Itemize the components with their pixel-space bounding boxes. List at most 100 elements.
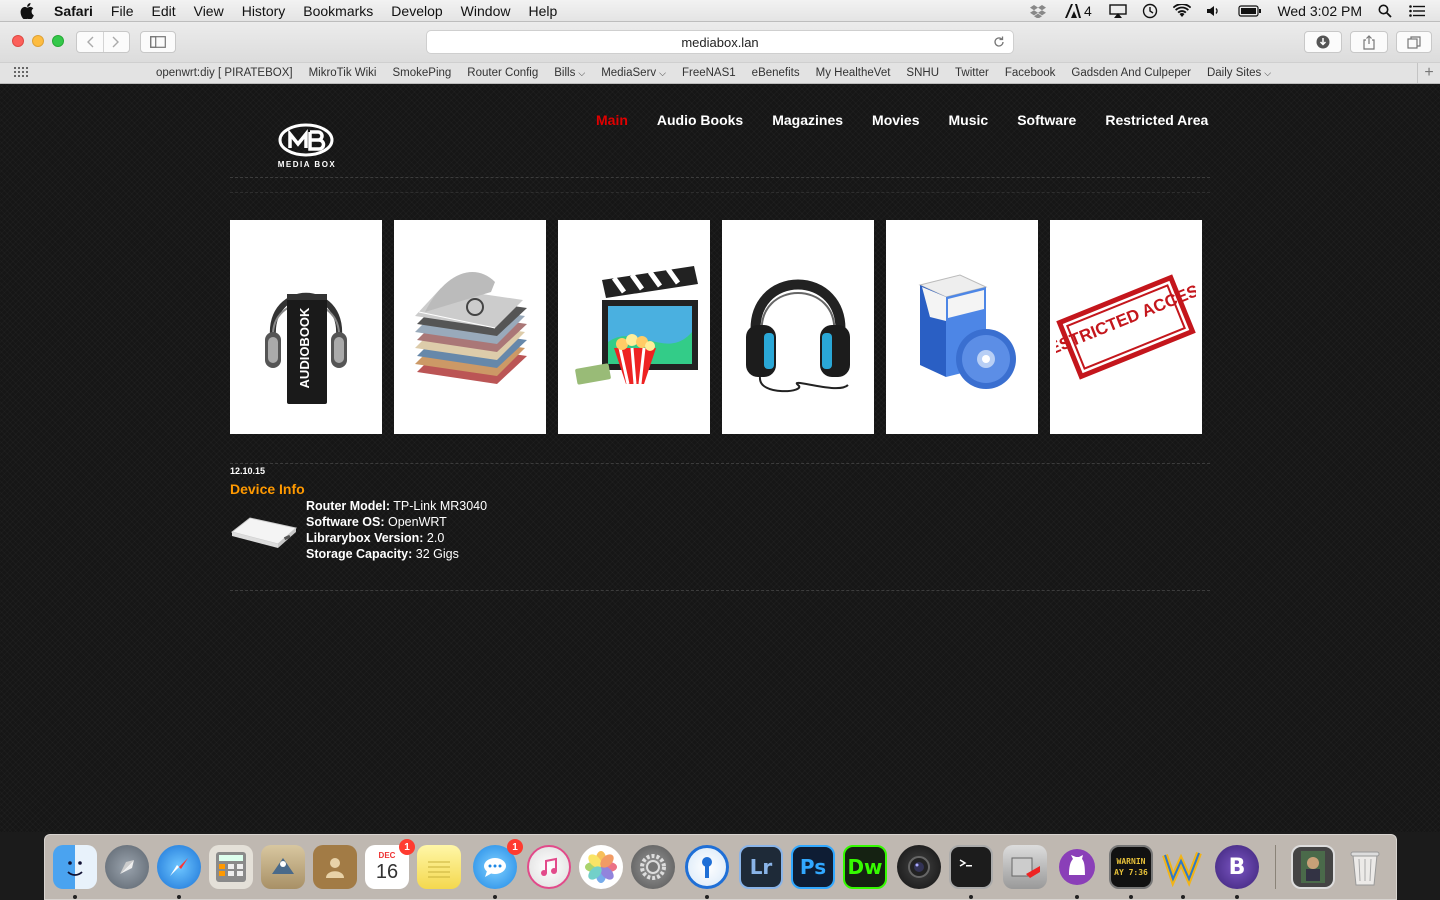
trash-icon[interactable] <box>1343 845 1387 889</box>
1password-icon[interactable] <box>685 845 729 899</box>
mediabox-logo-icon <box>278 123 334 157</box>
utility-icon[interactable] <box>1003 845 1047 889</box>
post-title[interactable]: Device Info <box>230 481 305 497</box>
downloads-stack-icon[interactable] <box>1291 845 1335 889</box>
calculator-icon[interactable] <box>209 845 253 889</box>
apple-menu-icon[interactable] <box>18 2 36 20</box>
favorite-folder-bills[interactable]: Bills ⌵ <box>554 67 585 79</box>
tile-audiobooks[interactable]: AUDIOBOOK <box>230 220 382 434</box>
favorite-ebenefits[interactable]: eBenefits <box>752 67 800 79</box>
sidebar-icon <box>150 36 166 48</box>
favorite-freenas1[interactable]: FreeNAS1 <box>682 67 736 79</box>
favorite-folder-daily-sites[interactable]: Daily Sites ⌵ <box>1207 67 1271 79</box>
time-machine-icon[interactable] <box>1141 3 1159 19</box>
downloads-button[interactable] <box>1304 31 1342 53</box>
adobe-status-icon[interactable]: 4 <box>1061 3 1095 19</box>
close-window-button[interactable] <box>12 35 24 47</box>
chevron-down-icon: ⌵ <box>578 68 586 78</box>
favorite-my-healthevet[interactable]: My HealtheVet <box>816 67 891 79</box>
nav-main[interactable]: Main <box>596 112 628 128</box>
calendar-icon[interactable]: DEC 16 1 <box>365 839 415 889</box>
photos-icon[interactable] <box>579 845 623 889</box>
minimize-window-button[interactable] <box>32 35 44 47</box>
favorite-gadsden-culpeper[interactable]: Gadsden And Culpeper <box>1071 67 1191 79</box>
back-button[interactable] <box>77 32 103 52</box>
airplay-icon[interactable] <box>1109 3 1128 19</box>
contacts-icon[interactable] <box>313 845 357 889</box>
nav-restricted-area[interactable]: Restricted Area <box>1105 112 1208 128</box>
menu-file[interactable]: File <box>102 0 143 22</box>
dreamweaver-icon[interactable]: Dw <box>843 845 887 889</box>
launchpad-icon[interactable] <box>105 845 149 889</box>
favorite-label: Twitter <box>955 67 989 79</box>
site-logo[interactable]: MEDIA BOX <box>262 120 352 170</box>
favorite-snhu[interactable]: SNHU <box>906 67 939 79</box>
favorite-mikrotik-wiki[interactable]: MikroTik Wiki <box>309 67 377 79</box>
wunderground-icon[interactable] <box>1161 845 1205 899</box>
menu-edit[interactable]: Edit <box>142 0 184 22</box>
mail-icon[interactable] <box>261 845 305 889</box>
menu-window[interactable]: Window <box>452 0 520 22</box>
menubar-clock[interactable]: Wed 3:02 PM <box>1277 3 1362 19</box>
nav-magazines[interactable]: Magazines <box>772 112 843 128</box>
status-count: 4 <box>1084 2 1092 19</box>
favorite-twitter[interactable]: Twitter <box>955 67 989 79</box>
photo-booth-icon[interactable] <box>897 845 941 889</box>
safari-dock-icon[interactable] <box>157 845 201 899</box>
photoshop-icon[interactable]: Ps <box>791 845 835 889</box>
tile-magazines[interactable] <box>394 220 546 434</box>
sidebar-toggle-button[interactable] <box>140 31 176 53</box>
volume-icon[interactable] <box>1205 3 1223 19</box>
device-info-row: Router Model: TP-Link MR3040 <box>306 498 487 514</box>
nav-audio-books[interactable]: Audio Books <box>657 112 743 128</box>
share-button[interactable] <box>1350 31 1388 53</box>
new-tab-plus-button[interactable]: + <box>1417 63 1440 83</box>
tile-software[interactable] <box>886 220 1038 434</box>
finder-icon[interactable] <box>53 845 97 899</box>
favorite-label: Bills <box>554 67 576 79</box>
system-preferences-icon[interactable] <box>631 845 675 889</box>
tile-restricted-area[interactable]: RESTRICTED ACCESS <box>1050 220 1202 434</box>
messages-icon[interactable]: 1 <box>473 839 523 899</box>
notes-icon[interactable] <box>417 845 461 889</box>
menu-view[interactable]: View <box>185 0 233 22</box>
fullscreen-window-button[interactable] <box>52 35 64 47</box>
post-date: 12.10.15 <box>230 466 266 476</box>
nav-software[interactable]: Software <box>1017 112 1076 128</box>
console-icon[interactable]: WARNIN AY 7:36 <box>1109 845 1153 899</box>
notification-center-icon[interactable] <box>1408 3 1426 19</box>
itunes-icon[interactable] <box>527 845 571 889</box>
menu-app-name[interactable]: Safari <box>54 0 102 22</box>
menu-help[interactable]: Help <box>519 0 566 22</box>
music-headphones-image <box>746 279 850 393</box>
spotlight-search-icon[interactable] <box>1376 3 1394 19</box>
lightroom-icon[interactable]: Lr <box>739 845 783 889</box>
menu-develop[interactable]: Develop <box>382 0 451 22</box>
tile-movies[interactable] <box>558 220 710 434</box>
battery-icon[interactable] <box>1237 3 1263 19</box>
forward-button[interactable] <box>102 32 130 52</box>
favorite-router-config[interactable]: Router Config <box>467 67 538 79</box>
wifi-icon[interactable] <box>1173 3 1192 19</box>
favorite-openwrt[interactable]: openwrt:diy [ PIRATEBOX] <box>156 67 293 79</box>
favorite-facebook[interactable]: Facebook <box>1005 67 1056 79</box>
dock: DEC 16 1 1 Lr Ps Dw WARNIN AY 7:36 B <box>44 834 1397 900</box>
bbedit-icon[interactable]: B <box>1215 845 1259 899</box>
menu-history[interactable]: History <box>233 0 295 22</box>
favorite-smokeping[interactable]: SmokePing <box>392 67 451 79</box>
dock-area: DEC 16 1 1 Lr Ps Dw WARNIN AY 7:36 B <box>0 832 1440 900</box>
top-sites-grid-icon[interactable] <box>14 67 30 79</box>
nav-music[interactable]: Music <box>949 112 989 128</box>
github-icon[interactable] <box>1055 845 1099 899</box>
terminal-icon[interactable] <box>949 845 993 899</box>
dropbox-icon[interactable] <box>1029 3 1047 19</box>
software-os-value: OpenWRT <box>387 515 447 529</box>
address-bar[interactable]: mediabox.lan <box>426 30 1014 54</box>
menu-bookmarks[interactable]: Bookmarks <box>294 0 382 22</box>
reload-icon[interactable] <box>991 34 1007 50</box>
restricted-access-stamp-image: RESTRICTED ACCESS <box>1056 274 1196 380</box>
favorite-folder-mediaserv[interactable]: MediaServ ⌵ <box>601 67 666 79</box>
nav-movies[interactable]: Movies <box>872 112 919 128</box>
tile-music[interactable] <box>722 220 874 434</box>
show-tabs-button[interactable] <box>1396 31 1432 53</box>
